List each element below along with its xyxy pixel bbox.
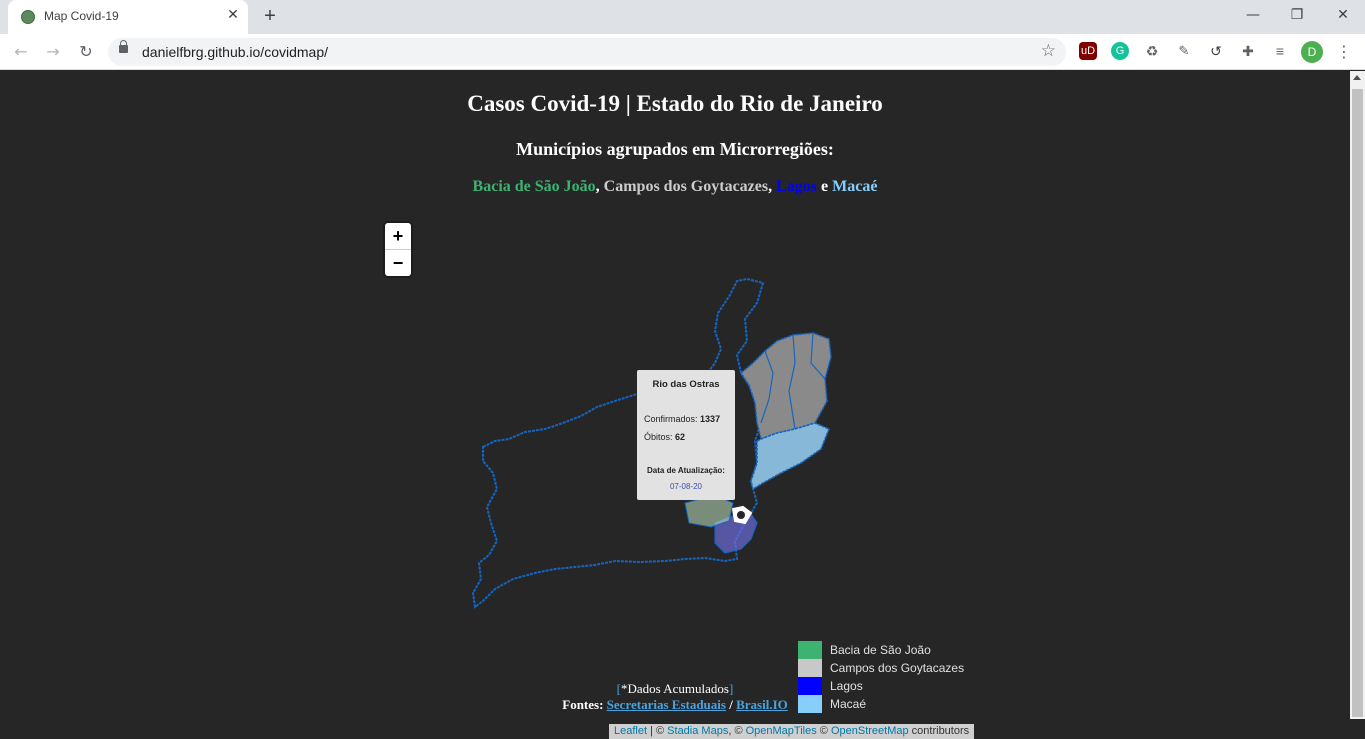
legend-label: Campos dos Goytacazes (830, 661, 965, 675)
media-control-icon[interactable]: ≡ (1271, 42, 1289, 60)
popup-municipio: Rio das Ostras (652, 379, 720, 390)
page-subtitle: Municípios agrupados em Microrregiões: (516, 139, 834, 159)
legend-swatch (798, 641, 822, 659)
window-close-icon[interactable]: ✕ (1328, 4, 1358, 26)
region-campos-dos-goytacazes[interactable] (739, 332, 832, 441)
tab-strip: Map Covid-19 ✕ + — ❐ ✕ (0, 0, 1365, 34)
bookmark-star-icon[interactable]: ☆ (1041, 41, 1056, 61)
url-text[interactable]: danielfbrg.github.io/covidmap/ (142, 44, 328, 60)
sync-extension-icon[interactable]: ↺ (1207, 42, 1225, 60)
dados-acumulados-note: [*Dados Acumulados] (0, 681, 1350, 697)
fontes-label: Fontes: (562, 697, 607, 712)
page-scrollbar[interactable] (1350, 71, 1365, 719)
back-icon[interactable]: ← (10, 42, 32, 62)
fontes-line: Fontes: Secretarias Estaduais / Brasil.I… (0, 697, 1350, 713)
recycle-extension-icon[interactable]: ♻ (1143, 42, 1161, 60)
attribution-text: © (816, 725, 831, 737)
openstreetmap-link[interactable]: OpenStreetMap (831, 725, 909, 737)
popup-confirmados: Confirmados: 1337 (644, 414, 720, 424)
attribution-text: , © (728, 725, 746, 737)
leaflet-link[interactable]: Leaflet (614, 725, 647, 737)
obitos-value: 62 (675, 432, 686, 442)
region-bacia: Bacia de São João (472, 178, 596, 195)
extensions-puzzle-icon[interactable]: ✚ (1239, 42, 1257, 60)
stadia-link[interactable]: Stadia Maps (667, 725, 728, 737)
lock-icon (119, 40, 128, 53)
scroll-up-icon[interactable] (1353, 75, 1361, 80)
map-attribution: Leaflet | © Stadia Maps, © OpenMapTiles … (609, 724, 975, 739)
attribution-text: | © (647, 725, 668, 737)
popup-obitos: Óbitos: 62 (644, 432, 685, 442)
brasil-io-link[interactable]: Brasil.IO (736, 697, 788, 712)
obitos-label: Óbitos: (644, 432, 673, 442)
region-separator: , (768, 178, 777, 195)
legend-swatch (798, 659, 822, 677)
minimize-icon[interactable]: — (1238, 4, 1268, 26)
restore-icon[interactable]: ❐ (1282, 4, 1312, 26)
openmaptiles-link[interactable]: OpenMapTiles (746, 725, 817, 737)
covid-favicon-icon (21, 10, 35, 24)
bracket: ] (728, 681, 734, 696)
attribution-text: contributors (908, 725, 970, 737)
browser-toolbar: ← → ↻ danielfbrg.github.io/covidmap/ ☆ u… (0, 34, 1365, 70)
reload-icon[interactable]: ↻ (75, 42, 97, 62)
address-bar[interactable]: danielfbrg.github.io/covidmap/ ☆ (108, 38, 1066, 66)
profile-avatar[interactable]: D (1301, 41, 1323, 63)
scroll-thumb[interactable] (1352, 89, 1363, 717)
dados-text: *Dados Acumulados (621, 681, 729, 696)
browser-menu-icon[interactable]: ⋮ (1336, 41, 1352, 63)
notes-extension-icon[interactable]: ✎ (1175, 42, 1193, 60)
page-content: Casos Covid-19 | Estado do Rio de Janeir… (0, 71, 1350, 739)
popup-data-value: 07-08-20 (669, 482, 703, 491)
confirmados-label: Confirmados: (644, 414, 698, 424)
region-list: Bacia de São João, Campos dos Goytacazes… (0, 178, 1350, 196)
region-macae: Macaé (832, 178, 878, 195)
covid-map[interactable]: + − Rio das Ostras Confirmados: 1337 Óbi… (385, 223, 975, 739)
region-separator: e (817, 178, 833, 195)
secretarias-link[interactable]: Secretarias Estaduais (607, 697, 726, 712)
ublock-extension-icon[interactable]: uD (1079, 42, 1097, 60)
browser-tab[interactable]: Map Covid-19 ✕ (8, 0, 248, 34)
page-title: Casos Covid-19 | Estado do Rio de Janeir… (467, 91, 883, 116)
new-tab-button[interactable]: + (260, 6, 280, 26)
grammarly-extension-icon[interactable]: G (1111, 42, 1129, 60)
legend-label: Bacia de São João (830, 643, 931, 657)
region-separator: , (595, 178, 604, 195)
municipio-popup: Rio das Ostras Confirmados: 1337 Óbitos:… (637, 370, 735, 500)
confirmados-value: 1337 (700, 414, 721, 424)
forward-icon[interactable]: → (42, 42, 64, 62)
rio-das-ostras-marker (737, 511, 745, 519)
region-campos: Campos dos Goytacazes (603, 178, 769, 195)
tab-close-icon[interactable]: ✕ (224, 6, 242, 24)
region-lagos: Lagos (776, 178, 818, 195)
fontes-separator: / (725, 697, 737, 712)
tab-title: Map Covid-19 (44, 9, 119, 23)
popup-data-label: Data de Atualização: (647, 466, 725, 475)
